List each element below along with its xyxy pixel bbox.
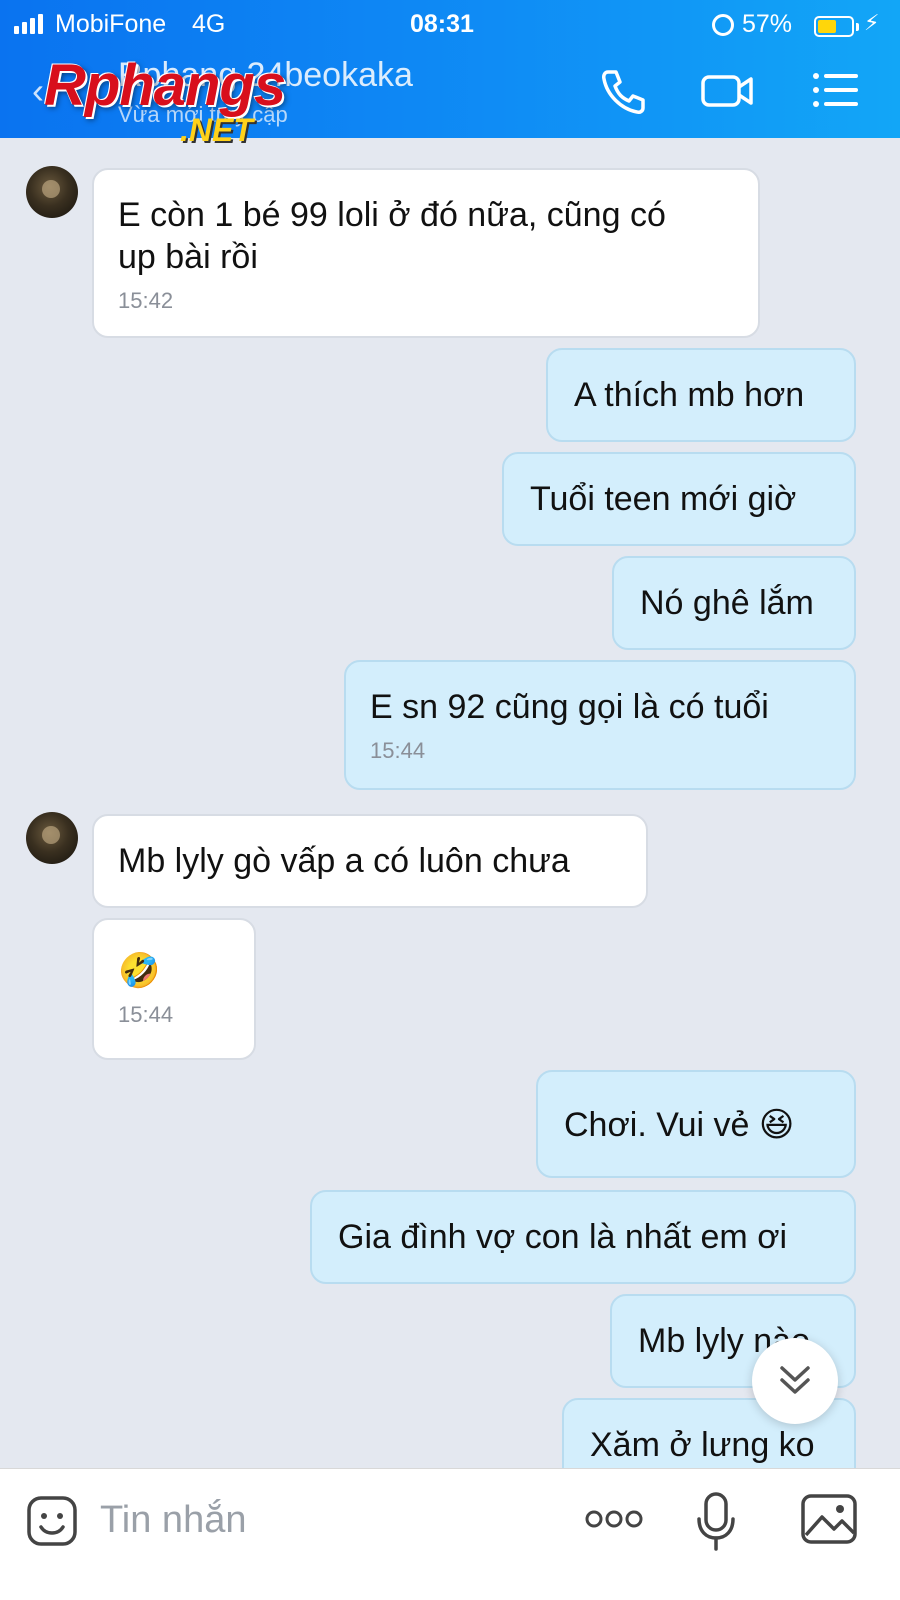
message-bubble-incoming[interactable]: E còn 1 bé 99 loli ở đó nữa, cũng có up … [92, 168, 760, 338]
scroll-to-bottom-button[interactable] [752, 1338, 838, 1424]
message-bubble-incoming[interactable]: 🤣 15:44 [92, 918, 256, 1060]
message-text: A thích mb hơn [574, 376, 805, 414]
signal-strength-icon [14, 14, 43, 34]
clock: 08:31 [410, 10, 474, 38]
sticker-icon[interactable] [26, 1495, 78, 1547]
chevron-left-icon[interactable]: ‹ [32, 70, 44, 112]
message-bubble-outgoing[interactable]: Gia đình vợ con là nhất em ơi [310, 1190, 856, 1284]
message-text: Tuổi teen mới giờ [530, 480, 797, 518]
microphone-icon[interactable] [696, 1491, 736, 1553]
message-bubble-outgoing[interactable]: Tuổi teen mới giờ [502, 452, 856, 546]
message-text: E còn 1 bé 99 loli ở đó nữa, cũng có up … [118, 196, 666, 276]
video-camera-icon[interactable] [700, 64, 754, 118]
message-bubble-outgoing[interactable]: Nó ghê lắm [612, 556, 856, 650]
battery-percent: 57% [742, 10, 793, 38]
message-time: 15:44 [118, 1002, 174, 1027]
avatar[interactable] [26, 166, 78, 218]
message-bubble-outgoing[interactable]: E sn 92 cũng gọi là có tuổi 15:44 [344, 660, 856, 790]
menu-list-icon[interactable] [808, 64, 862, 118]
network-type: 4G [192, 10, 226, 38]
watermark-suffix: .NET [180, 112, 253, 148]
status-bar: MobiFone 4G 08:31 57% ⚡ [0, 8, 900, 40]
message-text: E sn 92 cũng gọi là có tuổi [370, 688, 769, 726]
rotation-lock-icon [712, 14, 734, 36]
battery-tip [856, 23, 859, 31]
photo-icon[interactable] [800, 1493, 858, 1545]
message-time: 15:44 [370, 738, 426, 763]
message-bubble-outgoing[interactable]: A thích mb hơn [546, 348, 856, 442]
charging-icon: ⚡ [864, 10, 880, 35]
double-chevron-down-icon [780, 1366, 810, 1394]
message-text: Nó ghê lắm [640, 584, 814, 622]
watermark-logo: Rphangs [44, 53, 286, 118]
avatar[interactable] [26, 812, 78, 864]
battery-icon [814, 16, 854, 37]
battery-level [818, 20, 836, 33]
phone-icon[interactable] [596, 64, 650, 118]
message-emoji: 🤣 [118, 952, 161, 990]
message-text: Gia đình vợ con là nhất em ơi [338, 1218, 788, 1256]
message-text: Xăm ở lưng ko [590, 1426, 815, 1464]
message-bubble-incoming[interactable]: Mb lyly gò vấp a có luôn chưa [92, 814, 648, 908]
message-input[interactable]: Tin nhắn [100, 1499, 246, 1542]
message-time: 15:42 [118, 288, 174, 313]
message-bubble-outgoing[interactable]: Chơi. Vui vẻ 😆 [536, 1070, 856, 1178]
message-text: Chơi. Vui vẻ 😆 [564, 1106, 795, 1144]
message-composer: Tin nhắn [0, 1468, 900, 1600]
message-text: Mb lyly gò vấp a có luôn chưa [118, 842, 570, 880]
more-options-icon[interactable] [584, 1507, 644, 1531]
carrier-name: MobiFone [55, 10, 167, 38]
top-bar: MobiFone 4G 08:31 57% ⚡ ‹ Rphang 24beoka… [0, 0, 900, 148]
